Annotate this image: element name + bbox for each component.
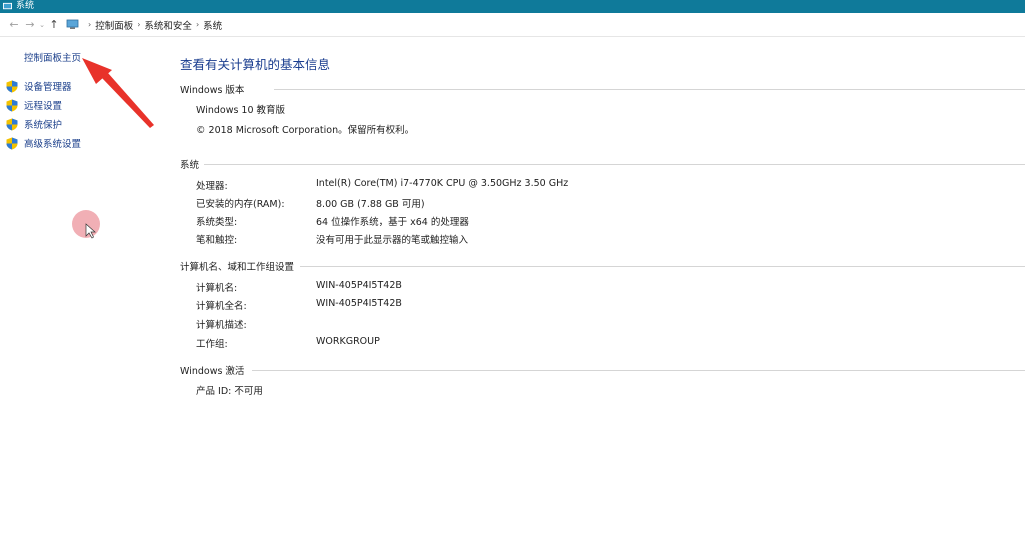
up-arrow-icon: ↑ (49, 18, 59, 31)
breadcrumb: › 控制面板 › 系统和安全 › 系统 (66, 18, 222, 32)
task-system-protection[interactable]: 系统保护 (6, 117, 62, 131)
recent-locations-button[interactable]: ⌄ (38, 15, 46, 35)
pen-touch-label: 笔和触控: (196, 235, 238, 246)
window-title: 系统 (16, 1, 35, 11)
computer-icon (66, 19, 79, 29)
breadcrumb-control-panel[interactable]: 控制面板 (95, 18, 133, 32)
task-label: 高级系统设置 (24, 139, 82, 150)
full-name-value: WIN-405P4I5T42B (316, 298, 402, 309)
chevron-down-icon: ⌄ (39, 20, 45, 29)
title-bar: 系统 (0, 0, 1025, 13)
forward-button[interactable]: → (22, 15, 38, 35)
section-title-edition: Windows 版本 (180, 85, 245, 96)
left-pane: 控制面板主页 设备管理器 远程设置 系统保护 高级系统设置 (0, 37, 160, 551)
task-label: 远程设置 (24, 101, 63, 112)
processor-value: Intel(R) Core(TM) i7-4770K CPU @ 3.50GHz… (316, 178, 569, 189)
edition-name: Windows 10 教育版 (196, 105, 286, 116)
back-button[interactable]: ← (6, 15, 22, 35)
task-remote-settings[interactable]: 远程设置 (6, 98, 62, 112)
window-icon (3, 2, 12, 10)
shield-icon (6, 137, 18, 149)
memory-value: 8.00 GB (7.88 GB 可用) (316, 199, 425, 210)
shield-icon (6, 99, 18, 111)
workgroup-value: WORKGROUP (316, 336, 380, 347)
section-title-system: 系统 (180, 160, 200, 171)
shield-icon (6, 80, 18, 92)
computer-name-value: WIN-405P4I5T42B (316, 280, 402, 291)
section-title-computer: 计算机名、域和工作组设置 (180, 262, 295, 273)
full-name-label: 计算机全名: (196, 301, 247, 312)
edition-copyright: © 2018 Microsoft Corporation。保留所有权利。 (196, 125, 415, 136)
forward-arrow-icon: → (25, 18, 35, 31)
section-divider (204, 164, 1025, 165)
task-advanced-settings[interactable]: 高级系统设置 (6, 136, 81, 150)
task-label: 设备管理器 (24, 82, 72, 93)
section-divider (300, 266, 1025, 267)
memory-label: 已安装的内存(RAM): (196, 199, 285, 210)
section-title-activation: Windows 激活 (180, 366, 245, 377)
description-label: 计算机描述: (196, 320, 247, 331)
task-label: 系统保护 (24, 120, 63, 131)
system-type-label: 系统类型: (196, 217, 238, 228)
breadcrumb-separator-icon: › (88, 20, 92, 29)
click-highlight (72, 210, 100, 238)
breadcrumb-separator-icon: › (137, 20, 141, 29)
product-id-status: 产品 ID: 不可用 (196, 386, 263, 397)
page-title: 查看有关计算机的基本信息 (180, 57, 331, 72)
system-type-value: 64 位操作系统，基于 x64 的处理器 (316, 217, 469, 228)
pen-touch-value: 没有可用于此显示器的笔或触控输入 (316, 235, 469, 246)
control-panel-home-link[interactable]: 控制面板主页 (24, 50, 81, 64)
task-device-manager[interactable]: 设备管理器 (6, 79, 72, 93)
breadcrumb-separator-icon: › (195, 20, 200, 29)
shield-icon (6, 118, 18, 130)
section-divider (274, 89, 1025, 90)
computer-name-label: 计算机名: (196, 283, 238, 294)
processor-label: 处理器: (196, 181, 228, 192)
back-arrow-icon: ← (9, 18, 19, 31)
breadcrumb-system-security[interactable]: 系统和安全 (144, 18, 192, 32)
section-divider (252, 370, 1025, 371)
breadcrumb-system[interactable]: 系统 (203, 18, 222, 32)
address-bar: ← → ⌄ ↑ › 控制面板 › 系统和安全 › 系统 (0, 13, 1025, 37)
workgroup-label: 工作组: (196, 339, 228, 350)
up-button[interactable]: ↑ (46, 15, 62, 35)
